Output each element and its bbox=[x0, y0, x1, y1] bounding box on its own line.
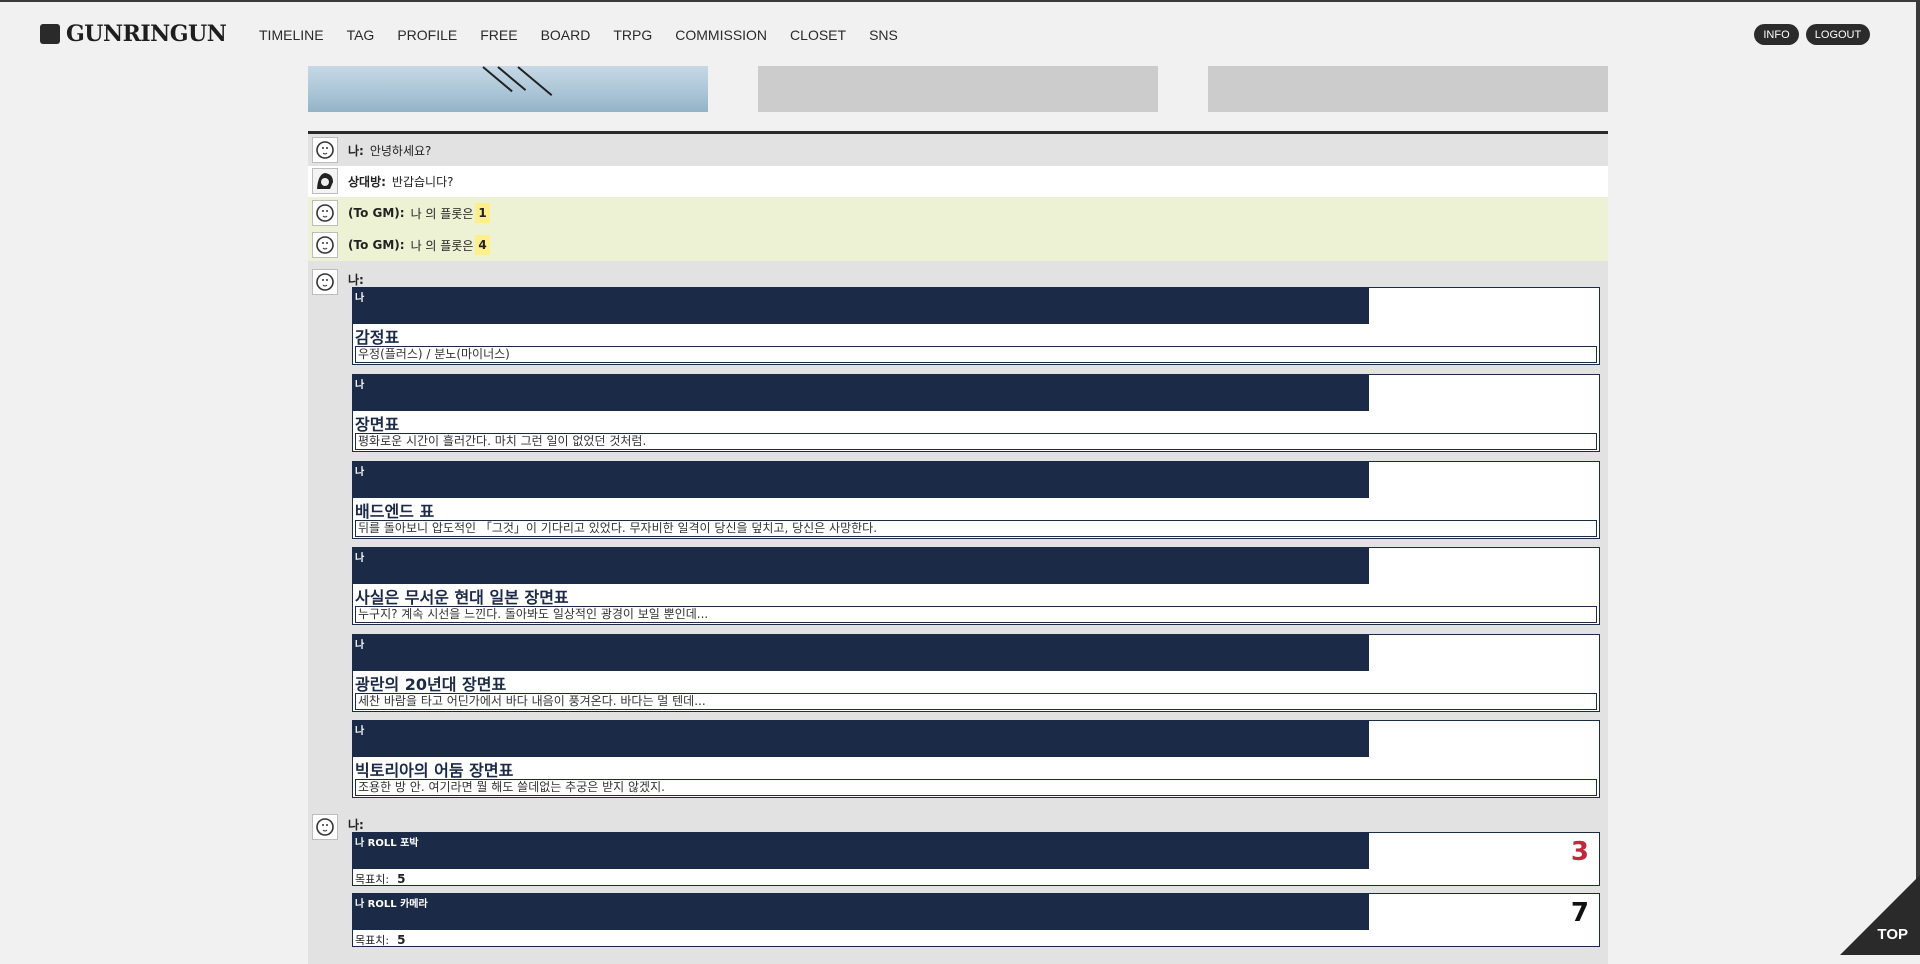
message-text: 나 의 플롯은 bbox=[410, 238, 474, 253]
card-header: 나 bbox=[353, 462, 1369, 498]
window-frame-top bbox=[0, 0, 1920, 2]
message-speaker: (To GM): bbox=[348, 206, 405, 220]
scroll-top-corner[interactable] bbox=[1840, 875, 1920, 955]
nav-item-free[interactable]: FREE bbox=[480, 27, 517, 43]
card-title: 광란의 20년대 장면표 bbox=[355, 675, 507, 694]
nav-item-tag[interactable]: TAG bbox=[347, 27, 375, 43]
roll-target: 목표치: 5 bbox=[355, 932, 405, 948]
roll-block-speaker-wrap: 나: bbox=[348, 816, 370, 833]
roll-target: 목표치: 5 bbox=[355, 871, 405, 887]
nav-item-sns[interactable]: SNS bbox=[869, 27, 898, 43]
card-header: 나 bbox=[353, 375, 1369, 411]
card-title: 빅토리아의 어둠 장면표 bbox=[355, 761, 514, 780]
nav-item-timeline[interactable]: TIMELINE bbox=[259, 27, 324, 43]
table-card: 나 배드엔드 표 뒤를 돌아보니 압도적인 「그것」이 기다리고 있었다. 무자… bbox=[352, 461, 1600, 539]
message-speaker: 나: bbox=[348, 143, 364, 158]
logout-button[interactable]: LOGOUT bbox=[1806, 24, 1870, 45]
chat-message-row: 상대방: 반갑습니다? bbox=[308, 166, 1608, 197]
avatar-character-icon bbox=[312, 168, 338, 194]
card-header: 나 bbox=[353, 635, 1369, 671]
chat-message: (To GM): 나 의 플롯은 1 bbox=[348, 203, 490, 223]
table-card: 나 사실은 무서운 현대 일본 장면표 누구지? 계속 시선을 느낀다. 돌아봐… bbox=[352, 547, 1600, 625]
chat-message-row: 나: 안녕하세요? bbox=[308, 134, 1608, 166]
card-body: 평화로운 시간이 흘러간다. 마치 그런 일이 없었던 것처럼. bbox=[355, 433, 1597, 450]
roll-title: 나 ROLL 포박 bbox=[355, 838, 419, 849]
site-logo[interactable]: GUNRINGUN bbox=[40, 21, 227, 47]
chat-message: 나: 안녕하세요? bbox=[348, 142, 431, 159]
card-owner: 나 bbox=[355, 726, 365, 737]
target-label: 목표치: bbox=[355, 873, 390, 886]
logo-square-icon bbox=[40, 24, 60, 44]
message-speaker: 상대방: bbox=[348, 175, 386, 189]
card-owner: 나 bbox=[355, 640, 365, 651]
roll-title: 나 ROLL 카메라 bbox=[355, 899, 428, 910]
chat-message: 상대방: 반갑습니다? bbox=[348, 173, 454, 190]
scroll-top-button[interactable]: TOP bbox=[1877, 926, 1908, 943]
main-nav: TIMELINE TAG PROFILE FREE BOARD TRPG COM… bbox=[259, 27, 921, 43]
card-title: 감정표 bbox=[355, 328, 400, 347]
logo-text: GUNRINGUN bbox=[66, 21, 227, 47]
table-block-speaker-wrap: 나: bbox=[348, 271, 370, 288]
card-owner: 나 bbox=[355, 293, 365, 304]
chat-message: (To GM): 나 의 플롯은 4 bbox=[348, 235, 490, 255]
banner-wire-line bbox=[482, 66, 513, 93]
avatar-face-icon bbox=[312, 137, 338, 163]
card-title: 사실은 무서운 현대 일본 장면표 bbox=[355, 588, 569, 607]
card-body: 누구지? 계속 시선을 느낀다. 돌아봐도 일상적인 광경이 보일 뿐인데... bbox=[355, 606, 1597, 623]
card-body: 세찬 바람을 타고 어딘가에서 바다 내음이 풍겨온다. 바다는 멀 텐데... bbox=[355, 693, 1597, 710]
message-text: 나 의 플롯은 bbox=[410, 206, 474, 221]
table-card: 나 빅토리아의 어둠 장면표 조용한 방 안. 여기라면 뭘 해도 쓸데없는 추… bbox=[352, 720, 1600, 798]
window-frame-right bbox=[1916, 0, 1920, 955]
roll-result: 7 bbox=[1570, 898, 1589, 928]
card-header: 나 bbox=[353, 721, 1369, 757]
banner-placeholder[interactable] bbox=[758, 66, 1158, 112]
avatar-face-icon bbox=[312, 814, 338, 840]
nav-item-trpg[interactable]: TRPG bbox=[613, 27, 652, 43]
nav-item-profile[interactable]: PROFILE bbox=[397, 27, 457, 43]
card-body: 우정(플러스) / 분노(마이너스) bbox=[355, 346, 1597, 363]
card-owner: 나 bbox=[355, 467, 365, 478]
card-title: 배드엔드 표 bbox=[355, 502, 435, 521]
table-card: 나 광란의 20년대 장면표 세찬 바람을 타고 어딘가에서 바다 내음이 풍겨… bbox=[352, 634, 1600, 712]
message-speaker: 나: bbox=[348, 273, 364, 287]
avatar-face-icon bbox=[312, 200, 338, 226]
message-speaker: 나: bbox=[348, 818, 364, 832]
info-button[interactable]: INFO bbox=[1754, 24, 1799, 45]
banner-placeholder[interactable] bbox=[1208, 66, 1608, 112]
banner-wire-line bbox=[517, 66, 553, 97]
card-owner: 나 bbox=[355, 380, 365, 391]
target-value: 5 bbox=[397, 933, 406, 947]
plot-value-badge: 1 bbox=[475, 203, 490, 223]
roll-header: 나 ROLL 카메라 bbox=[353, 894, 1369, 930]
target-value: 5 bbox=[397, 872, 406, 886]
roll-header: 나 ROLL 포박 bbox=[353, 833, 1369, 869]
card-header: 나 bbox=[353, 288, 1369, 324]
card-body: 뒤를 돌아보니 압도적인 「그것」이 기다리고 있었다. 무자비한 일격이 당신… bbox=[355, 520, 1597, 537]
banner-image-sky[interactable] bbox=[308, 66, 708, 112]
dice-roll-card: 나 ROLL 카메라 7 목표치: 5 bbox=[352, 893, 1600, 947]
card-header: 나 bbox=[353, 548, 1369, 584]
table-card: 나 감정표 우정(플러스) / 분노(마이너스) bbox=[352, 287, 1600, 365]
table-card: 나 장면표 평화로운 시간이 흘러간다. 마치 그런 일이 없었던 것처럼. bbox=[352, 374, 1600, 452]
message-text: 반갑습니다? bbox=[391, 175, 454, 189]
target-label: 목표치: bbox=[355, 934, 390, 947]
message-speaker: (To GM): bbox=[348, 238, 405, 252]
card-owner: 나 bbox=[355, 553, 365, 564]
plot-value-badge: 4 bbox=[475, 235, 490, 255]
roll-result: 3 bbox=[1570, 837, 1589, 867]
nav-item-board[interactable]: BOARD bbox=[541, 27, 591, 43]
avatar-face-icon bbox=[312, 269, 338, 295]
card-title: 장면표 bbox=[355, 415, 400, 434]
message-text: 안녕하세요? bbox=[369, 143, 432, 158]
gm-message-row: (To GM): 나 의 플롯은 1 bbox=[308, 197, 1608, 229]
nav-item-commission[interactable]: COMMISSION bbox=[675, 27, 767, 43]
gm-message-row: (To GM): 나 의 플롯은 4 bbox=[308, 229, 1608, 261]
chat-log-panel: 나: 안녕하세요? 상대방: 반갑습니다? (To GM): 나 의 플롯은 1… bbox=[308, 131, 1608, 964]
card-body: 조용한 방 안. 여기라면 뭘 해도 쓸데없는 추궁은 받지 않겠지. bbox=[355, 779, 1597, 796]
dice-roll-card: 나 ROLL 포박 3 목표치: 5 bbox=[352, 832, 1600, 886]
nav-item-closet[interactable]: CLOSET bbox=[790, 27, 846, 43]
avatar-face-icon bbox=[312, 232, 338, 258]
